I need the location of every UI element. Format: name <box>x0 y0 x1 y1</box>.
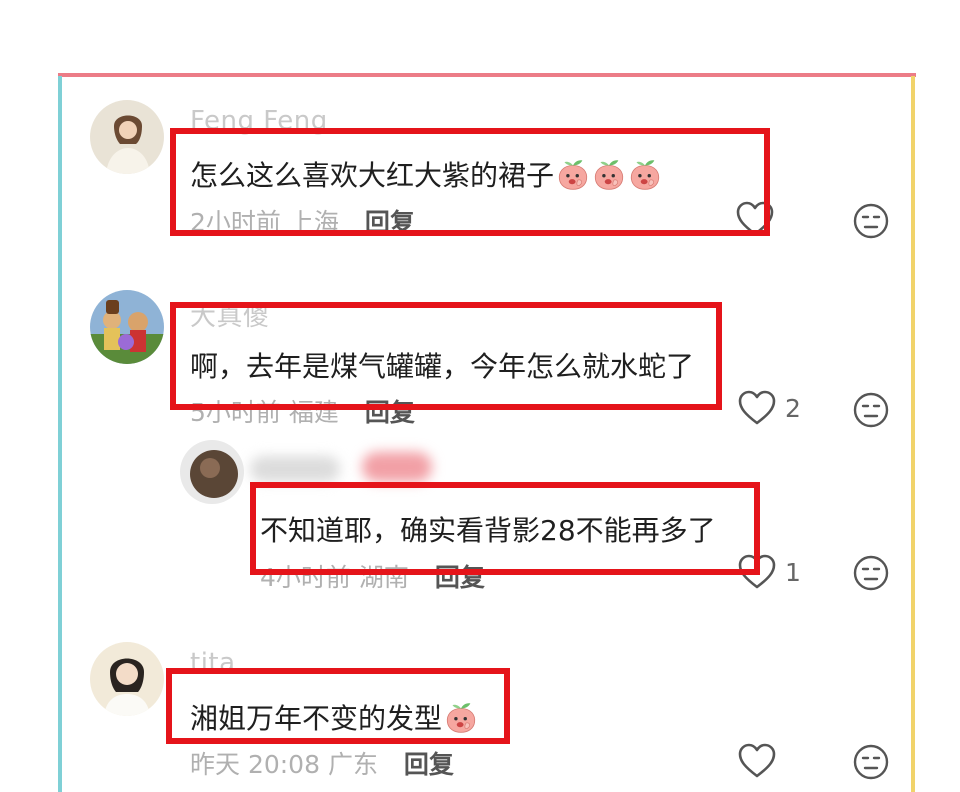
highlight-box <box>250 482 760 575</box>
like-count: 2 <box>785 393 801 423</box>
like-button[interactable] <box>737 742 785 780</box>
dislike-face-icon[interactable] <box>852 743 890 781</box>
frame-right-border <box>911 76 915 792</box>
blurred-username <box>250 456 340 482</box>
frame-top-border <box>58 73 916 77</box>
comment-time: 昨天 20:08 <box>190 750 320 779</box>
blurred-username-mark <box>362 452 432 482</box>
avatar[interactable] <box>90 290 164 364</box>
frame-left-border <box>58 76 62 792</box>
dislike-face-icon[interactable] <box>852 554 890 592</box>
heart-icon <box>737 389 777 427</box>
highlight-box <box>170 128 770 236</box>
dislike-face-icon[interactable] <box>852 391 890 429</box>
heart-icon <box>737 742 777 780</box>
avatar[interactable] <box>90 100 164 174</box>
comment-location: 广东 <box>327 750 378 779</box>
highlight-box <box>166 668 510 744</box>
avatar[interactable] <box>180 440 244 504</box>
dislike-face-icon[interactable] <box>852 202 890 240</box>
like-count: 1 <box>785 557 801 587</box>
reply-button[interactable]: 回复 <box>404 750 454 779</box>
comment-meta: 昨天 20:08 广东 回复 <box>190 745 454 781</box>
avatar[interactable] <box>90 642 164 716</box>
highlight-box <box>170 302 722 410</box>
like-button[interactable]: 2 <box>737 389 801 427</box>
